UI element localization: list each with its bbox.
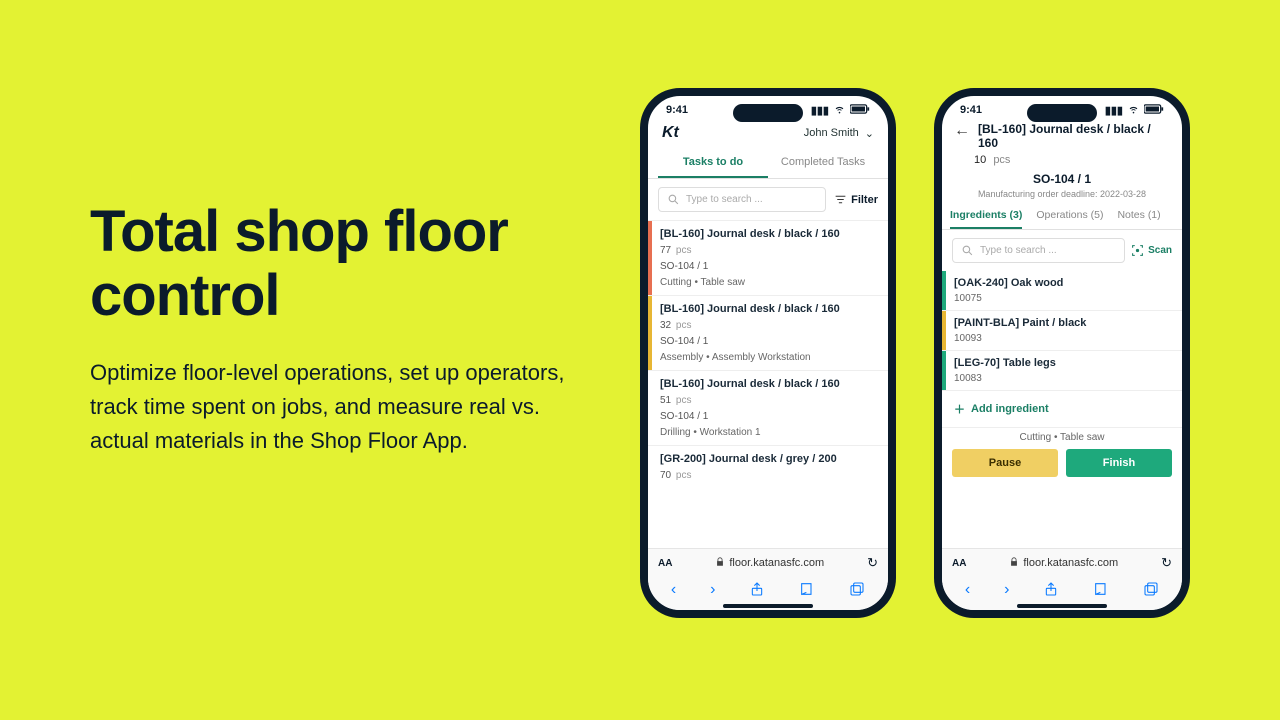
- plus-icon: ＋: [954, 401, 965, 417]
- reload-icon[interactable]: ↻: [867, 555, 878, 571]
- operation-line: Cutting • Table saw: [942, 428, 1182, 449]
- ingredient-code: 10083: [954, 373, 1172, 384]
- ingredient-accent: [942, 311, 946, 350]
- nav-forward-icon[interactable]: ›: [710, 581, 715, 602]
- task-op: Assembly • Assembly Workstation: [660, 352, 878, 363]
- task-title: [GR-200] Journal desk / grey / 200: [660, 453, 878, 465]
- detail-so: SO-104 / 1: [942, 172, 1182, 186]
- ingredient-accent: [942, 351, 946, 390]
- ingredient-code: 10075: [954, 293, 1172, 304]
- task-row[interactable]: [BL-160] Journal desk / black / 160 77 pc…: [648, 220, 888, 295]
- detail-title: [BL-160] Journal desk / black / 160: [978, 122, 1170, 150]
- ingredient-row[interactable]: [PAINT-BLA] Paint / black 10093: [942, 311, 1182, 351]
- chevron-down-icon: ⌄: [865, 127, 874, 140]
- battery-icon: [1144, 104, 1164, 117]
- headline: Total shop floor control: [90, 200, 590, 328]
- phone-tasks: 9:41 ▮▮▮ Kt John Smith ⌄ Tasks to do Com…: [640, 88, 896, 618]
- ingredient-row[interactable]: [LEG-70] Table legs 10083: [942, 351, 1182, 391]
- search-input[interactable]: Type to search ...: [658, 187, 826, 212]
- detail-unit: pcs: [993, 154, 1010, 166]
- bookmarks-icon[interactable]: [799, 581, 815, 602]
- task-title: [BL-160] Journal desk / black / 160: [660, 303, 878, 315]
- user-name: John Smith: [804, 127, 859, 139]
- detail-deadline: Manufacturing order deadline: 2022-03-28: [942, 189, 1182, 199]
- scan-icon: [1131, 244, 1144, 257]
- signal-icon: ▮▮▮: [1105, 104, 1123, 117]
- task-so: SO-104 / 1: [660, 336, 878, 347]
- wifi-icon: [833, 102, 846, 118]
- subcopy: Optimize floor-level operations, set up …: [90, 356, 590, 458]
- task-title: [BL-160] Journal desk / black / 160: [660, 228, 878, 240]
- filter-button[interactable]: Filter: [834, 193, 878, 206]
- marketing-copy: Total shop floor control Optimize floor-…: [90, 200, 590, 458]
- status-time: 9:41: [960, 104, 982, 116]
- tabs-icon[interactable]: [849, 581, 865, 602]
- scan-button[interactable]: Scan: [1131, 244, 1172, 257]
- signal-icon: ▮▮▮: [811, 104, 829, 117]
- search-placeholder: Type to search ...: [686, 194, 763, 205]
- ingredient-name: [PAINT-BLA] Paint / black: [954, 317, 1172, 329]
- task-qty: 77 pcs: [660, 245, 878, 256]
- url-text[interactable]: floor.katanasfc.com: [1023, 557, 1118, 569]
- phone-detail: 9:41 ▮▮▮ ← [BL-160] Journal desk / black…: [934, 88, 1190, 618]
- task-row[interactable]: [GR-200] Journal desk / grey / 200 70 pcs: [648, 445, 888, 488]
- share-icon[interactable]: [1043, 581, 1059, 602]
- ingredient-name: [LEG-70] Table legs: [954, 357, 1172, 369]
- user-menu[interactable]: John Smith ⌄: [804, 127, 874, 140]
- lock-icon: [715, 557, 725, 570]
- app-logo: Kt: [662, 124, 679, 142]
- tab-ingredients[interactable]: Ingredients (3): [950, 205, 1022, 229]
- dynamic-island: [733, 104, 803, 122]
- task-so: SO-104 / 1: [660, 411, 878, 422]
- share-icon[interactable]: [749, 581, 765, 602]
- filter-icon: [834, 193, 847, 206]
- tab-notes[interactable]: Notes (1): [1117, 205, 1160, 229]
- home-indicator: [1017, 604, 1107, 608]
- nav-back-icon[interactable]: ‹: [671, 581, 676, 602]
- task-row[interactable]: [BL-160] Journal desk / black / 160 51 pc…: [648, 370, 888, 445]
- reader-aa[interactable]: AA: [952, 558, 966, 569]
- search-icon: [667, 193, 680, 206]
- ingredient-row[interactable]: [OAK-240] Oak wood 10075: [942, 271, 1182, 311]
- battery-icon: [850, 104, 870, 117]
- task-row[interactable]: [BL-160] Journal desk / black / 160 32 pc…: [648, 295, 888, 370]
- back-button[interactable]: ←: [954, 122, 970, 140]
- url-text[interactable]: floor.katanasfc.com: [729, 557, 824, 569]
- ingredient-accent: [942, 271, 946, 310]
- task-accent: [648, 221, 652, 295]
- task-op: Cutting • Table saw: [660, 277, 878, 288]
- reload-icon[interactable]: ↻: [1161, 555, 1172, 571]
- task-accent: [648, 446, 652, 488]
- search-icon: [961, 244, 974, 257]
- task-accent: [648, 296, 652, 370]
- add-ingredient-button[interactable]: ＋ Add ingredient: [942, 391, 1182, 427]
- task-qty: 51 pcs: [660, 395, 878, 406]
- wifi-icon: [1127, 102, 1140, 118]
- task-qty: 70 pcs: [660, 470, 878, 481]
- tab-completed[interactable]: Completed Tasks: [768, 150, 878, 178]
- nav-back-icon[interactable]: ‹: [965, 581, 970, 602]
- detail-qty: 10: [974, 154, 986, 166]
- task-qty: 32 pcs: [660, 320, 878, 331]
- task-op: Drilling • Workstation 1: [660, 427, 878, 438]
- lock-icon: [1009, 557, 1019, 570]
- status-time: 9:41: [666, 104, 688, 116]
- home-indicator: [723, 604, 813, 608]
- finish-button[interactable]: Finish: [1066, 449, 1172, 477]
- task-accent: [648, 371, 652, 445]
- nav-forward-icon[interactable]: ›: [1004, 581, 1009, 602]
- ingredient-search[interactable]: Type to search ...: [952, 238, 1125, 263]
- tabs-icon[interactable]: [1143, 581, 1159, 602]
- task-title: [BL-160] Journal desk / black / 160: [660, 378, 878, 390]
- task-so: SO-104 / 1: [660, 261, 878, 272]
- tab-operations[interactable]: Operations (5): [1036, 205, 1103, 229]
- ingredient-name: [OAK-240] Oak wood: [954, 277, 1172, 289]
- pause-button[interactable]: Pause: [952, 449, 1058, 477]
- ingredient-code: 10093: [954, 333, 1172, 344]
- bookmarks-icon[interactable]: [1093, 581, 1109, 602]
- reader-aa[interactable]: AA: [658, 558, 672, 569]
- dynamic-island: [1027, 104, 1097, 122]
- tab-tasks-todo[interactable]: Tasks to do: [658, 150, 768, 178]
